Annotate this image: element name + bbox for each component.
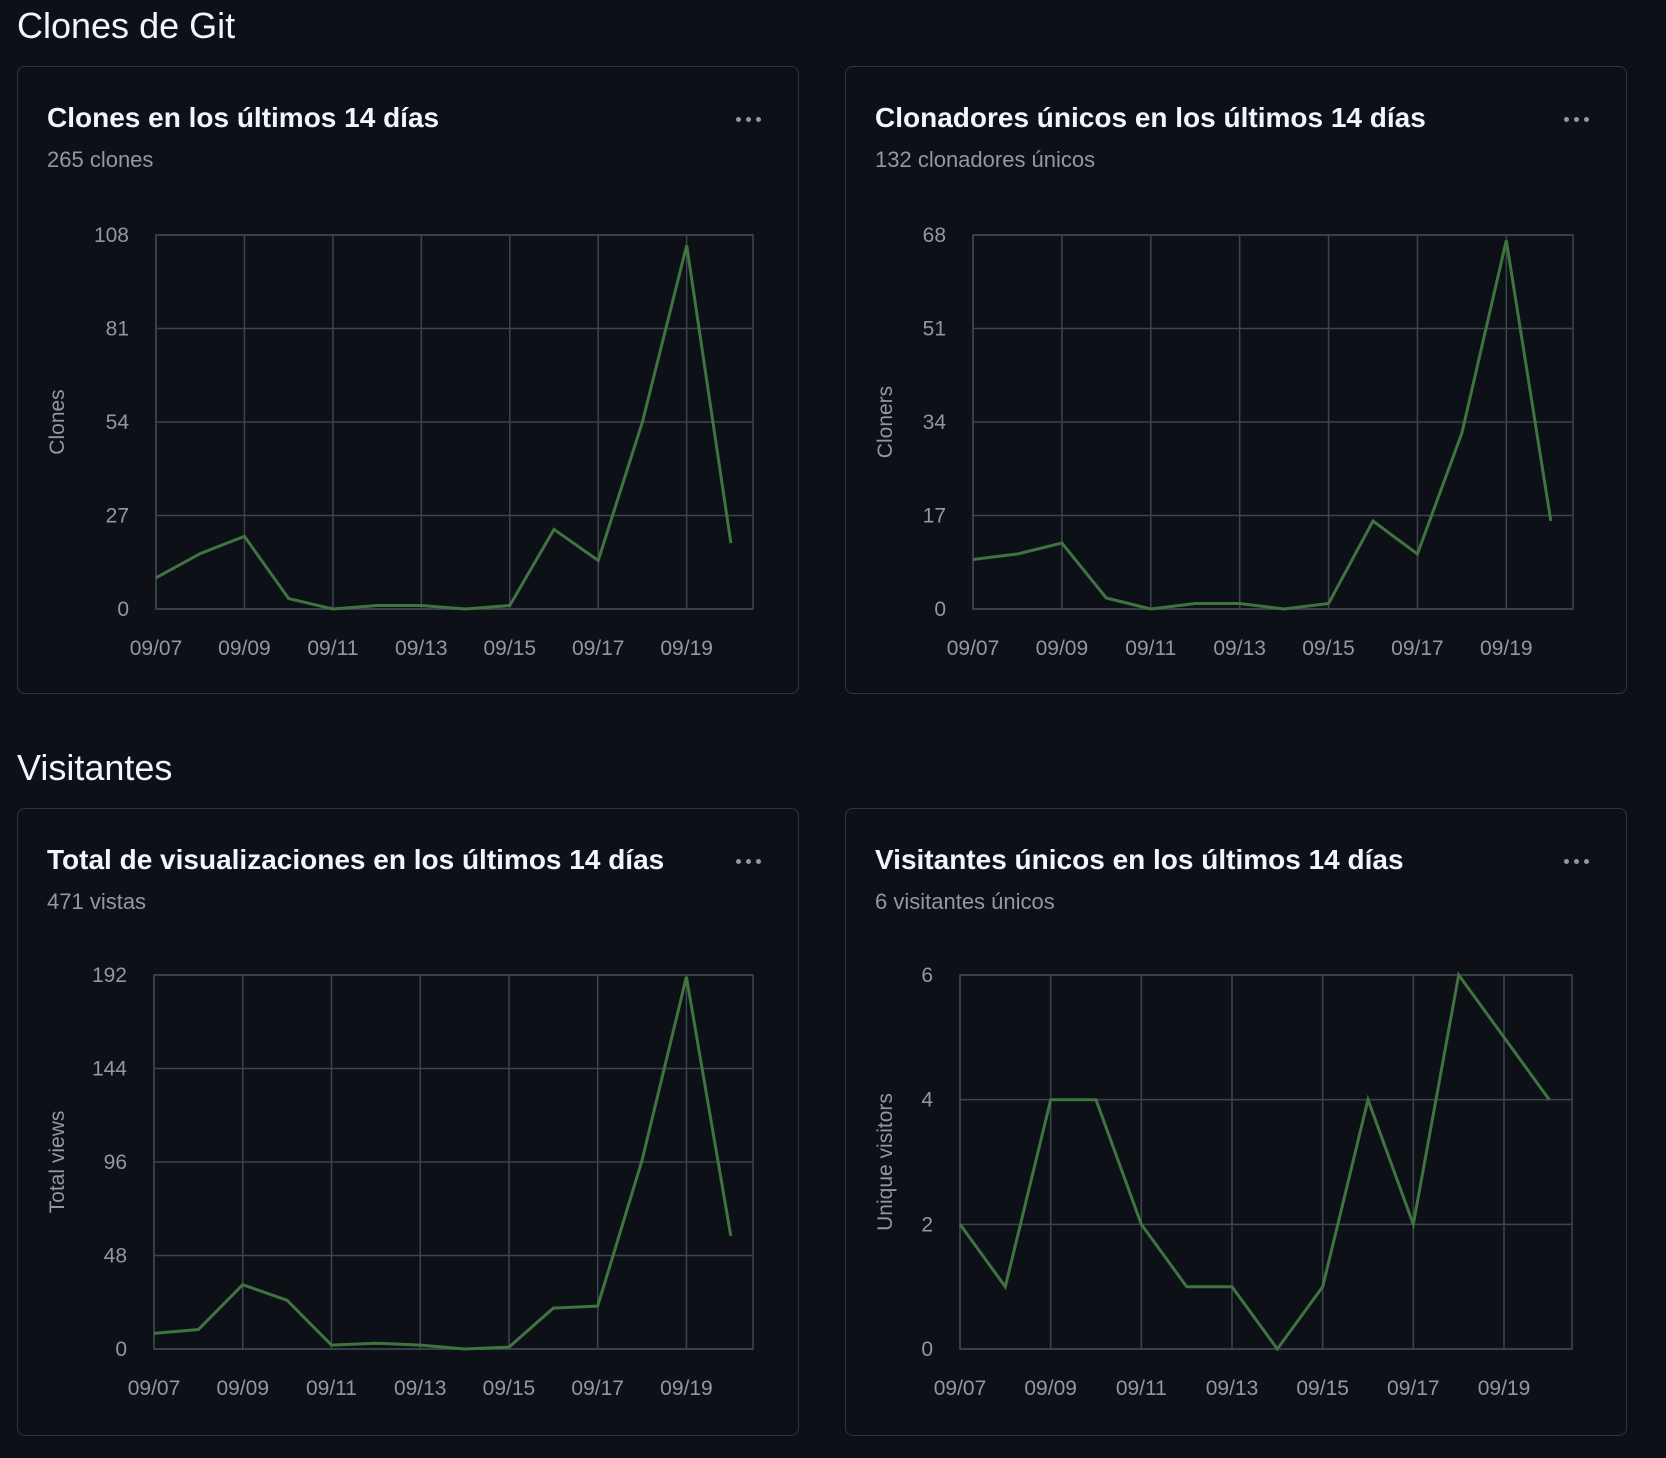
y-tick-label: 0 xyxy=(934,598,946,621)
x-tick-label: 09/13 xyxy=(1206,1377,1259,1400)
y-tick-label: 6 xyxy=(921,964,933,987)
y-tick-label: 34 xyxy=(923,411,947,434)
y-tick-label: 192 xyxy=(92,964,127,987)
visitors-section-title: Visitantes xyxy=(17,747,173,788)
y-axis-label: Total views xyxy=(46,1111,69,1214)
series-line xyxy=(155,245,733,611)
y-tick-label: 0 xyxy=(921,1338,933,1361)
clones-section-title: Clones de Git xyxy=(17,5,236,46)
y-tick-label: 17 xyxy=(923,505,946,528)
y-tick-label: 27 xyxy=(106,505,129,528)
x-tick-label: 09/11 xyxy=(307,637,358,660)
x-tick-label: 09/15 xyxy=(1302,637,1355,660)
series-line xyxy=(153,976,733,1351)
x-tick-label: 09/13 xyxy=(394,1377,447,1400)
y-tick-label: 48 xyxy=(104,1245,127,1268)
x-tick-label: 09/17 xyxy=(1391,637,1444,660)
x-tick-label: 09/15 xyxy=(483,637,536,660)
total-views-chart: 0 48 96 144 192 09/07 09/09 09/11 09/13 09/15 09/1… xyxy=(46,964,754,1400)
x-tick-label: 09/11 xyxy=(1125,637,1176,660)
x-tick-label: 09/19 xyxy=(1480,637,1533,660)
unique-cloners-chart: 0 17 34 51 68 09/07 09/09 09/11 09/13 09/15 09/17 0… xyxy=(874,224,1574,660)
y-tick-label: 108 xyxy=(94,224,129,247)
x-tick-label: 09/19 xyxy=(1478,1377,1531,1400)
unique-cloners-card: Clonadores únicos en los últimos 14 días… xyxy=(845,66,1627,694)
y-tick-label: 68 xyxy=(923,224,946,247)
total-views-card: Total de visualizaciones en los últimos … xyxy=(17,808,799,1436)
x-tick-label: 09/07 xyxy=(947,637,1000,660)
series-line xyxy=(958,971,1551,1352)
x-tick-label: 09/19 xyxy=(660,637,713,660)
x-tick-label: 09/07 xyxy=(934,1377,987,1400)
y-tick-label: 51 xyxy=(923,318,946,341)
series-line xyxy=(972,240,1553,611)
x-tick-label: 09/15 xyxy=(483,1377,536,1400)
y-tick-label: 0 xyxy=(115,1338,127,1361)
x-tick-label: 09/09 xyxy=(218,637,271,660)
y-axis-label: Cloners xyxy=(874,386,897,458)
x-tick-label: 09/17 xyxy=(572,637,625,660)
y-tick-label: 96 xyxy=(104,1151,127,1174)
y-tick-label: 4 xyxy=(921,1089,933,1112)
x-tick-label: 09/17 xyxy=(571,1377,624,1400)
unique-visitors-card: Visitantes únicos en los últimos 14 días… xyxy=(845,808,1627,1436)
y-tick-label: 0 xyxy=(117,598,129,621)
x-tick-label: 09/07 xyxy=(128,1377,181,1400)
x-tick-label: 09/13 xyxy=(1213,637,1266,660)
x-tick-label: 09/11 xyxy=(1116,1377,1167,1400)
x-tick-label: 09/09 xyxy=(1036,637,1089,660)
plot-frame xyxy=(959,974,1573,1350)
x-tick-label: 09/19 xyxy=(660,1377,713,1400)
x-tick-label: 09/13 xyxy=(395,637,448,660)
x-tick-label: 09/11 xyxy=(306,1377,357,1400)
x-tick-label: 09/15 xyxy=(1296,1377,1349,1400)
x-tick-label: 09/09 xyxy=(216,1377,269,1400)
x-tick-label: 09/17 xyxy=(1387,1377,1440,1400)
y-tick-label: 54 xyxy=(106,411,130,434)
y-tick-label: 81 xyxy=(106,318,129,341)
y-axis-label: Clones xyxy=(46,389,69,454)
x-tick-label: 09/09 xyxy=(1024,1377,1077,1400)
x-tick-label: 09/07 xyxy=(130,637,183,660)
y-tick-label: 144 xyxy=(92,1058,127,1081)
y-tick-label: 2 xyxy=(921,1213,933,1236)
unique-visitors-chart: 0 2 4 6 09/07 09/09 09/11 09/13 09/15 09/17 09/19 U… xyxy=(874,964,1573,1400)
clones-chart: 0 27 54 81 108 09/07 09/09 09/11 09/13 09/15 09/17… xyxy=(46,224,754,660)
clones-card: Clones en los últimos 14 días 265 clones… xyxy=(17,66,799,694)
y-axis-label: Unique visitors xyxy=(874,1093,897,1231)
